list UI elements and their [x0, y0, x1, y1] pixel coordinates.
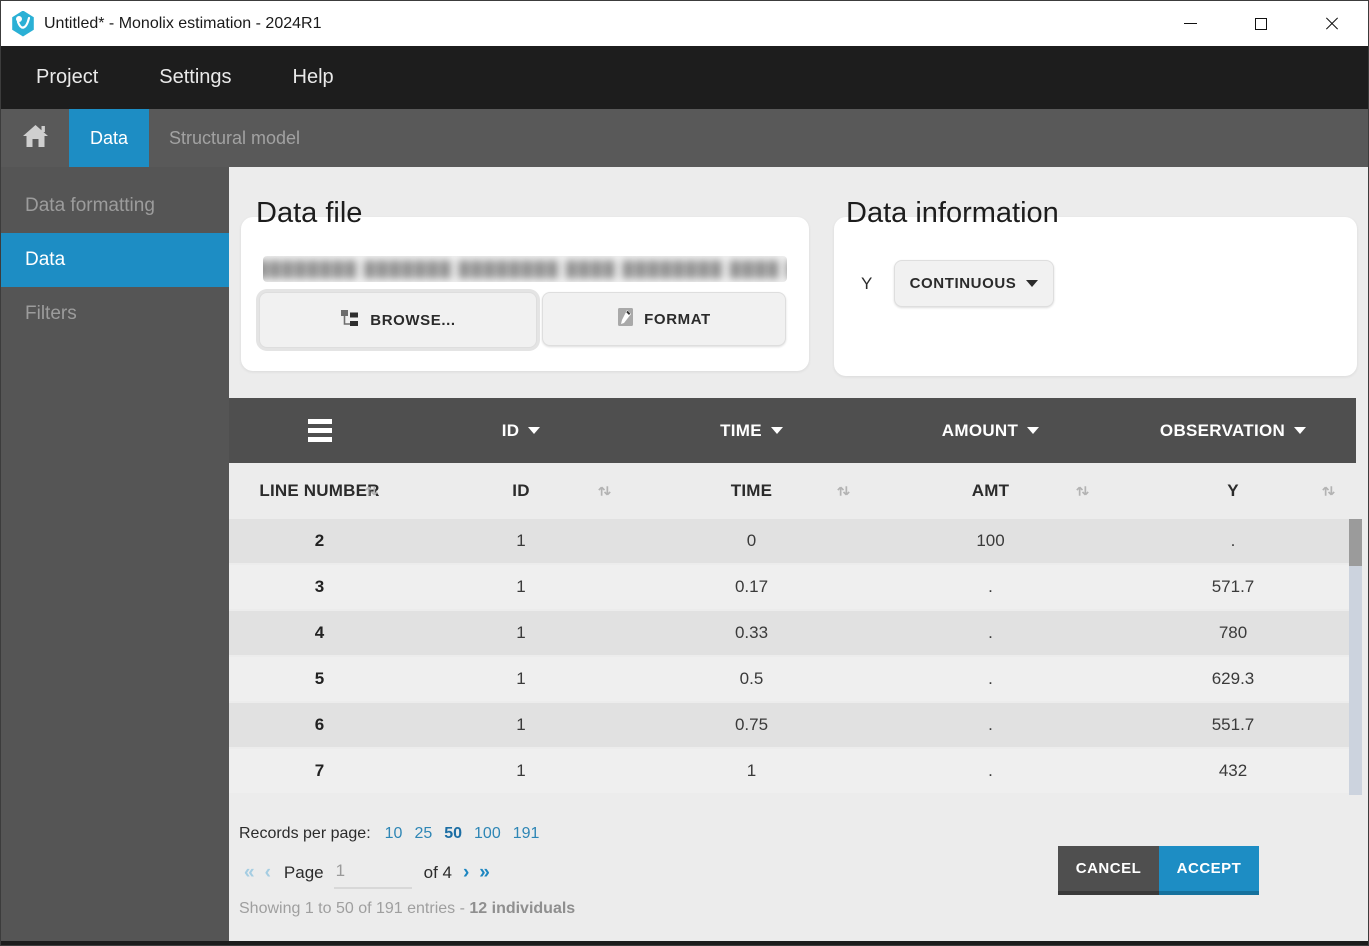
close-icon[interactable] [1320, 12, 1344, 36]
header-y: Y [1227, 481, 1239, 501]
table-row: 2 1 0 100 . [229, 519, 1356, 563]
data-file-heading: Data file [256, 197, 362, 230]
sidebar: Data formatting Data Filters [1, 167, 229, 941]
header-amt: AMT [972, 481, 1009, 501]
browse-button[interactable]: BROWSE... [259, 292, 537, 348]
table-row: 4 1 0.33 . 780 [229, 611, 1356, 655]
table-row: 7 1 1 . 432 [229, 749, 1356, 793]
monolix-logo-icon [11, 11, 35, 37]
home-button[interactable] [1, 109, 69, 167]
individuals-count: 12 individuals [469, 900, 575, 917]
previous-page-icon[interactable]: ‹ [260, 862, 276, 884]
sort-icon[interactable] [1319, 482, 1338, 501]
action-buttons: CANCEL ACCEPT [1058, 846, 1259, 895]
browse-tree-icon [340, 308, 360, 332]
header-id: ID [512, 481, 529, 501]
chevron-down-icon [1027, 427, 1039, 434]
tabbar: Data Structural model [1, 109, 1368, 167]
data-file-card: ███ █████ █████████ ███████ ████████ ███… [241, 217, 809, 371]
sidebar-item-data-formatting[interactable]: Data formatting [1, 179, 229, 233]
table-row: 6 1 0.75 . 551.7 [229, 703, 1356, 747]
column-type-dropdown-time[interactable]: TIME [720, 421, 783, 441]
accept-button[interactable]: ACCEPT [1159, 846, 1259, 895]
sort-icon[interactable] [834, 482, 853, 501]
window-controls [1178, 12, 1344, 36]
records-option-25[interactable]: 25 [414, 825, 432, 843]
data-information-heading: Data information [846, 197, 1059, 230]
menu-help[interactable]: Help [293, 66, 334, 89]
data-information-card: Y CONTINUOUS [834, 217, 1357, 376]
minimize-icon[interactable] [1178, 12, 1202, 36]
data-file-path-redacted: ███ █████ █████████ ███████ ████████ ███… [263, 256, 787, 282]
sidebar-item-filters[interactable]: Filters [1, 287, 229, 341]
next-page-icon[interactable]: › [458, 862, 474, 884]
sort-icon[interactable] [1073, 482, 1092, 501]
last-page-icon[interactable]: » [474, 862, 495, 884]
entries-summary: Showing 1 to 50 of 191 entries - 12 indi… [239, 900, 575, 918]
app-window: Untitled* - Monolix estimation - 2024R1 … [0, 0, 1369, 946]
format-button[interactable]: FORMAT [542, 292, 786, 346]
chevron-down-icon [1294, 427, 1306, 434]
main-content: Data file ███ █████ █████████ ███████ ██… [229, 167, 1368, 941]
table-column-toolbar: ID TIME AMOUNT OBSERVATION [229, 398, 1356, 463]
observation-type-dropdown[interactable]: CONTINUOUS [894, 260, 1054, 307]
tab-data[interactable]: Data [69, 109, 149, 167]
records-option-191[interactable]: 191 [513, 825, 540, 843]
cancel-button[interactable]: CANCEL [1058, 846, 1159, 895]
observation-name-label: Y [861, 274, 894, 294]
table-scrollbar-thumb[interactable] [1349, 519, 1362, 566]
chevron-down-icon [528, 427, 540, 434]
format-file-icon [617, 307, 634, 331]
column-type-dropdown-observation[interactable]: OBSERVATION [1160, 421, 1306, 441]
column-menu-icon[interactable] [308, 419, 332, 442]
tab-structural-model[interactable]: Structural model [151, 109, 318, 167]
first-page-icon[interactable]: « [239, 862, 260, 884]
sort-icon[interactable] [595, 482, 614, 501]
sidebar-item-data[interactable]: Data [1, 233, 229, 287]
records-option-100[interactable]: 100 [474, 825, 501, 843]
table-row: 3 1 0.17 . 571.7 [229, 565, 1356, 609]
window-title: Untitled* - Monolix estimation - 2024R1 [44, 15, 1178, 33]
bottom-strip [1, 941, 1368, 946]
column-type-dropdown-id[interactable]: ID [502, 421, 541, 441]
menu-project[interactable]: Project [36, 66, 98, 89]
page-label: Page [284, 863, 324, 883]
chevron-down-icon [771, 427, 783, 434]
records-option-50-selected[interactable]: 50 [444, 825, 462, 843]
home-icon [22, 124, 49, 153]
table-header-row: LINE NUMBER ID TIME AMT Y [229, 463, 1356, 519]
page-number-input[interactable] [334, 857, 412, 889]
menubar: Project Settings Help [1, 46, 1368, 109]
column-type-dropdown-amount[interactable]: AMOUNT [942, 421, 1039, 441]
table-scrollbar-track[interactable] [1349, 519, 1362, 795]
maximize-icon[interactable] [1249, 12, 1273, 36]
records-per-page-label: Records per page: [239, 825, 371, 843]
table-row: 5 1 0.5 . 629.3 [229, 657, 1356, 701]
records-per-page: Records per page: 10 25 50 100 191 [239, 825, 539, 843]
titlebar: Untitled* - Monolix estimation - 2024R1 [1, 1, 1368, 46]
page-count-label: of 4 [424, 863, 452, 883]
chevron-down-icon [1026, 280, 1038, 287]
menu-settings[interactable]: Settings [159, 66, 231, 89]
table-body: 2 1 0 100 . 3 1 0.17 . 571.7 4 1 0.33 [229, 519, 1356, 795]
records-option-10[interactable]: 10 [385, 825, 403, 843]
header-time: TIME [731, 481, 772, 501]
pagination-controls: « ‹ Page of 4 › » [239, 857, 495, 889]
sort-icon[interactable] [362, 482, 381, 501]
